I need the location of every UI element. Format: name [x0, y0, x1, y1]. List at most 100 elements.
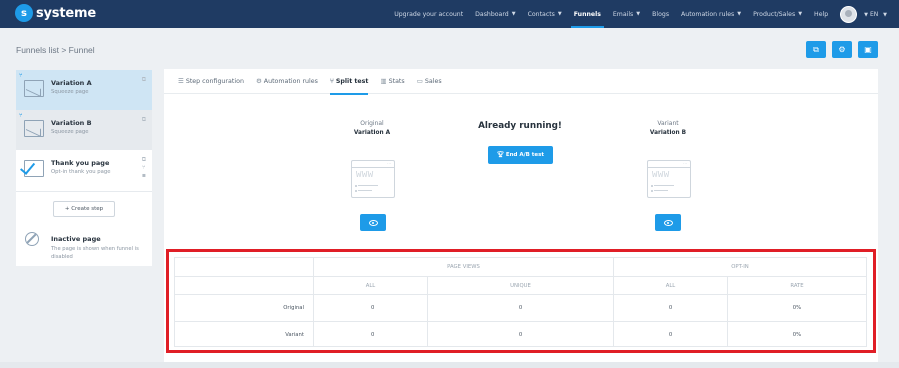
- preview-variant-button[interactable]: [655, 214, 681, 231]
- funnel-actions: ⧉ ⚙ ▣: [800, 41, 878, 58]
- inactive-page-title[interactable]: Inactive page: [51, 235, 101, 243]
- tab-label: Split test: [335, 77, 369, 85]
- www-text: WWW: [356, 170, 374, 180]
- top-navbar: s systeme Upgrade your account Dashboard…: [0, 0, 899, 28]
- list-bullet: [355, 184, 357, 187]
- tab-split-test[interactable]: ⑂ Split test: [329, 69, 369, 95]
- gear-icon: ⚙: [838, 45, 846, 54]
- nav-label: Funnels: [573, 10, 601, 18]
- disabled-icon: [25, 232, 39, 246]
- trophy-icon: 🏆︎: [496, 152, 504, 158]
- money-icon: ▭: [416, 77, 423, 85]
- nav-funnels[interactable]: Funnels: [570, 0, 605, 28]
- variant-label: Variant: [657, 120, 679, 127]
- page-bottom-edge: [0, 362, 899, 368]
- split-test-icon: ⑂: [19, 72, 23, 79]
- step-subtitle: Squeeze page: [51, 89, 89, 95]
- checkbox-icon: [24, 160, 44, 177]
- tab-step-configuration[interactable]: ☰ Step configuration: [178, 69, 244, 94]
- copy-icon[interactable]: ⧉: [142, 156, 146, 164]
- inactive-page-description: The page is shown when funnel is disable…: [51, 246, 139, 260]
- browser-bar: [648, 167, 690, 169]
- step-title: Variation A: [51, 79, 92, 87]
- tab-stats[interactable]: ▥ Stats: [380, 69, 404, 94]
- tab-automation-rules[interactable]: ⚙ Automation rules: [256, 69, 318, 94]
- logo-text: systeme: [36, 5, 96, 21]
- logo-letter: s: [21, 7, 27, 19]
- chevron-down-icon: ▼: [883, 11, 887, 18]
- tab-label: Step configuration: [185, 77, 244, 85]
- www-text: WWW: [652, 170, 670, 180]
- browser-bar: [352, 167, 394, 169]
- split-icon[interactable]: ⑂: [142, 164, 146, 172]
- trash-icon[interactable]: ▪: [142, 172, 146, 180]
- create-step-button[interactable]: + Create step: [53, 201, 115, 217]
- split-icon: ⑂: [329, 77, 334, 85]
- nav-automation-rules[interactable]: Automation rules ▼: [681, 0, 741, 28]
- tab-sales[interactable]: ▭ Sales: [417, 69, 442, 94]
- shop-button[interactable]: ▣: [858, 41, 878, 58]
- nav-label: Upgrade your account: [394, 10, 464, 18]
- gears-icon: ⚙: [255, 77, 262, 85]
- list-line: [358, 190, 372, 192]
- logo[interactable]: s systeme: [15, 4, 96, 22]
- nav-label: Help: [814, 10, 829, 18]
- browser-dots: ···: [683, 161, 687, 166]
- original-variation-name: Variation A: [353, 130, 391, 136]
- list-bullet: [355, 189, 357, 192]
- language-label: EN: [869, 10, 879, 18]
- eye-icon: [368, 219, 378, 226]
- breadcrumb[interactable]: Funnels list > Funnel: [16, 45, 95, 55]
- webpage-icon: ··· WWW: [351, 160, 395, 198]
- nav-contacts[interactable]: Contacts ▼: [528, 0, 562, 28]
- chevron-down-icon: ▼: [636, 11, 641, 17]
- step-tabs: ☰ Step configuration ⚙ Automation rules ⑂ S…: [164, 69, 878, 95]
- nav-emails[interactable]: Emails ▼: [613, 0, 640, 28]
- webpage-icon: ··· WWW: [647, 160, 691, 198]
- list-bullet: [651, 189, 653, 192]
- preview-original-button[interactable]: [360, 214, 386, 231]
- chevron-down-icon: ▼: [798, 11, 803, 17]
- nav-product-sales[interactable]: Product/Sales ▼: [753, 0, 802, 28]
- chevron-down-icon: ▼: [557, 11, 562, 17]
- language-selector[interactable]: ▼ EN ▼: [861, 11, 887, 18]
- end-ab-test-label: End A/B test: [505, 152, 545, 158]
- copy-icon[interactable]: ⧉: [142, 116, 146, 124]
- chevron-down-icon: ▼: [511, 11, 516, 17]
- funnel-steps-sidebar: ⑂ Variation A Squeeze page ⧉ ⑂ Variation…: [16, 70, 152, 266]
- end-ab-test-button[interactable]: 🏆︎ End A/B test: [488, 146, 553, 164]
- step-subtitle: Squeeze page: [51, 129, 89, 135]
- nav-blogs[interactable]: Blogs: [652, 0, 669, 28]
- original-label: Original: [360, 120, 384, 127]
- nav-upgrade[interactable]: Upgrade your account: [394, 0, 463, 28]
- logo-icon: s: [15, 4, 33, 22]
- step-variation-b[interactable]: ⑂ Variation B Squeeze page ⧉: [16, 110, 152, 150]
- external-link-icon: ⧉: [813, 44, 819, 54]
- avatar[interactable]: [840, 5, 858, 23]
- open-link-button[interactable]: ⧉: [806, 41, 826, 58]
- nav-label: Contacts: [527, 10, 555, 18]
- step-variation-a[interactable]: ⑂ Variation A Squeeze page ⧉: [16, 70, 152, 110]
- list-line: [358, 185, 378, 187]
- nav-label: Dashboard: [475, 10, 509, 18]
- split-test-icon: ⑂: [19, 112, 23, 119]
- chevron-down-icon: ▼: [864, 11, 869, 18]
- step-subtitle: Opt-in thank you page: [51, 169, 111, 175]
- copy-icon[interactable]: ⧉: [142, 76, 146, 84]
- step-title: Thank you page: [51, 159, 110, 167]
- original-column: Original Variation A: [332, 120, 412, 136]
- eye-icon: [663, 219, 673, 226]
- highlight-box: [166, 249, 876, 353]
- nav-dashboard[interactable]: Dashboard ▼: [475, 0, 515, 28]
- settings-button[interactable]: ⚙: [832, 41, 852, 58]
- nav-label: Automation rules: [681, 10, 735, 18]
- browser-dots: ···: [387, 161, 391, 166]
- step-tools: ⧉ ⑂ ▪: [142, 156, 146, 180]
- variant-column: Variant Variation B: [628, 120, 708, 136]
- bag-icon: ▣: [864, 45, 872, 54]
- nav-help[interactable]: Help: [814, 0, 828, 28]
- list-bullet: [651, 184, 653, 187]
- step-title: Variation B: [51, 119, 92, 127]
- list-line: [654, 190, 668, 192]
- step-thank-you[interactable]: Thank you page Opt-in thank you page ⧉ ⑂…: [16, 150, 152, 192]
